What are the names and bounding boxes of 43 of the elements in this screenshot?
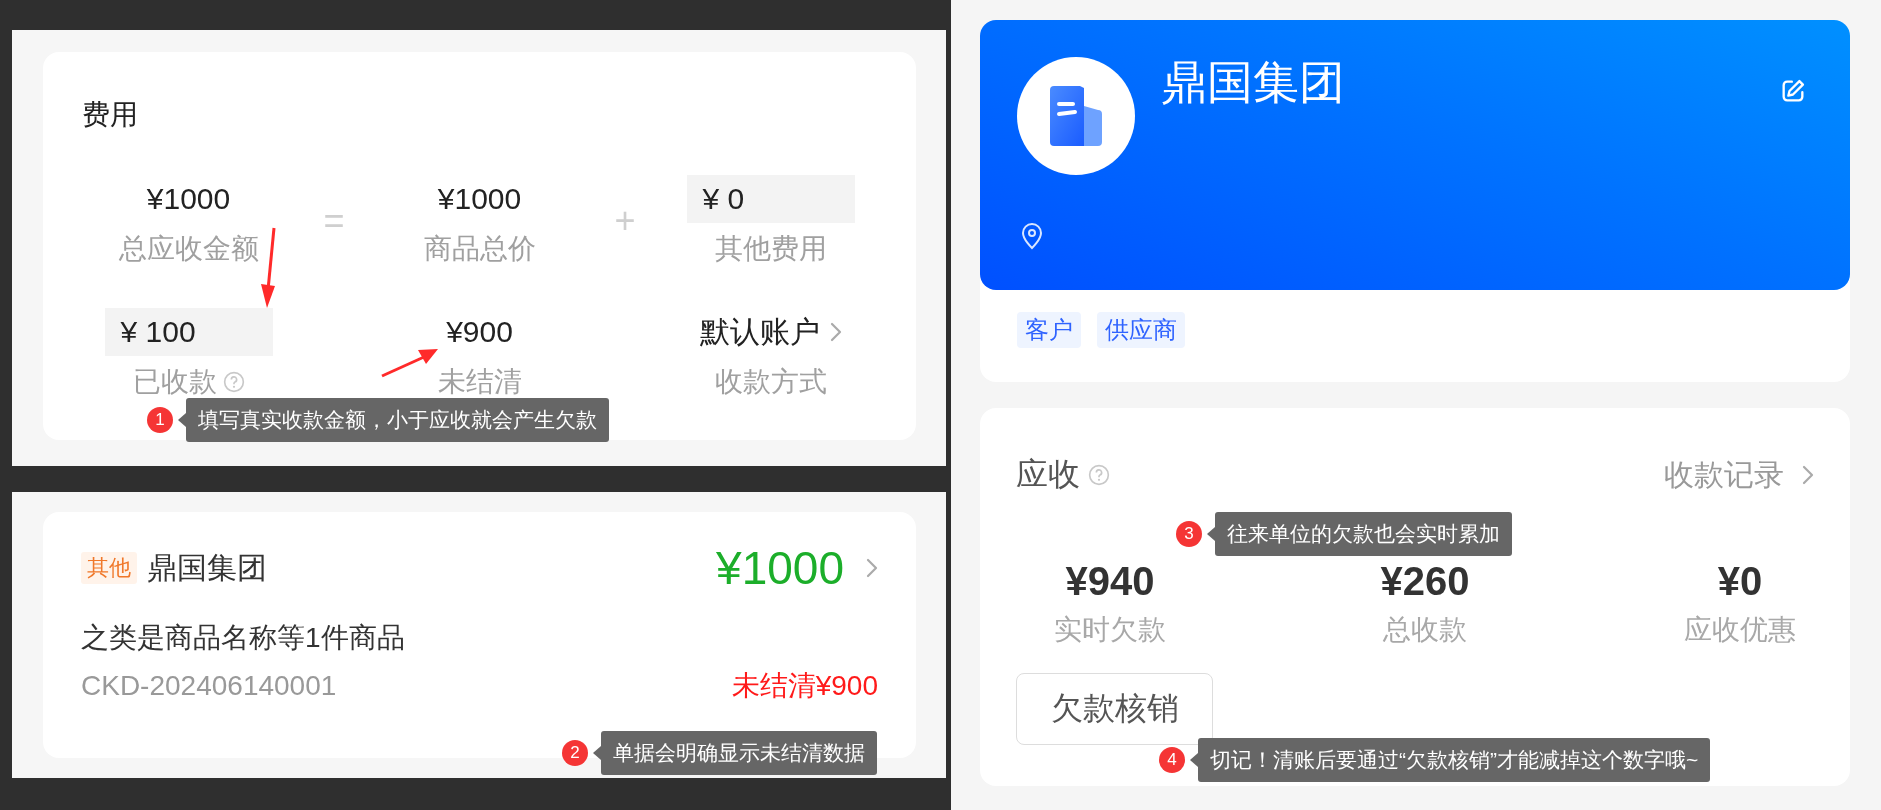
annotation-arrow [380, 348, 438, 378]
type-tag: 客户 [1017, 312, 1081, 348]
field-label: 总应收金额 [118, 232, 259, 266]
field-label: 已收款 [132, 365, 217, 399]
amount-field[interactable]: ¥ 0 [686, 175, 855, 223]
amount-value: ¥1000 [437, 181, 522, 217]
order-amount: ¥1000 [716, 541, 844, 595]
section-title: 费用 [81, 100, 139, 130]
annotation-callout: 填写真实收款金额，小于应收就会产生欠款 [186, 398, 609, 442]
order-number: CKD-202406140001 [81, 669, 337, 703]
write-off-button[interactable]: 欠款核销 [1016, 673, 1213, 745]
amount-field[interactable]: ¥ 100 [104, 308, 273, 356]
chevron-right-icon [866, 558, 878, 578]
stat-value: ¥0 [1717, 558, 1763, 605]
unsettled-amount: 未结清¥900 [731, 669, 878, 703]
location-pin-icon [1020, 222, 1044, 250]
chevron-right-icon [1802, 465, 1814, 485]
stat-label: 总收款 [1383, 613, 1467, 647]
stat-value: ¥940 [1065, 558, 1155, 605]
account-select[interactable]: 默认账户 [699, 308, 842, 356]
stat-label: 应收优惠 [1684, 613, 1796, 647]
annotation-callout: 单据会明确显示未结清数据 [601, 731, 877, 775]
help-icon[interactable] [222, 371, 245, 393]
customer-name: 鼎国集团 [147, 549, 267, 586]
field-label: 其他费用 [714, 232, 827, 266]
company-name: 鼎国集团 [1161, 55, 1346, 110]
operator-sign: = [323, 201, 345, 241]
field-label: 收款方式 [714, 365, 827, 399]
field-label: 未结清 [437, 365, 522, 399]
chevron-right-icon [829, 322, 842, 342]
amount-value: ¥1000 [146, 181, 231, 217]
field-label: 商品总价 [423, 232, 536, 266]
type-tag: 供应商 [1097, 312, 1185, 348]
stat-value: ¥260 [1380, 558, 1470, 605]
help-icon[interactable] [1088, 464, 1110, 486]
annotation-callout: 切记！清账后要通过“欠款核销”才能减掉这个数字哦~ [1198, 738, 1711, 782]
order-description: 之类是商品名称等1件商品 [81, 621, 406, 655]
category-tag: 其他 [81, 552, 137, 584]
stat-label: 实时欠款 [1054, 613, 1166, 647]
operator-sign: + [614, 201, 636, 241]
annotation-callout: 往来单位的欠款也会实时累加 [1215, 512, 1512, 556]
amount-value: ¥900 [446, 314, 513, 350]
section-title: 应收 [1016, 455, 1080, 494]
